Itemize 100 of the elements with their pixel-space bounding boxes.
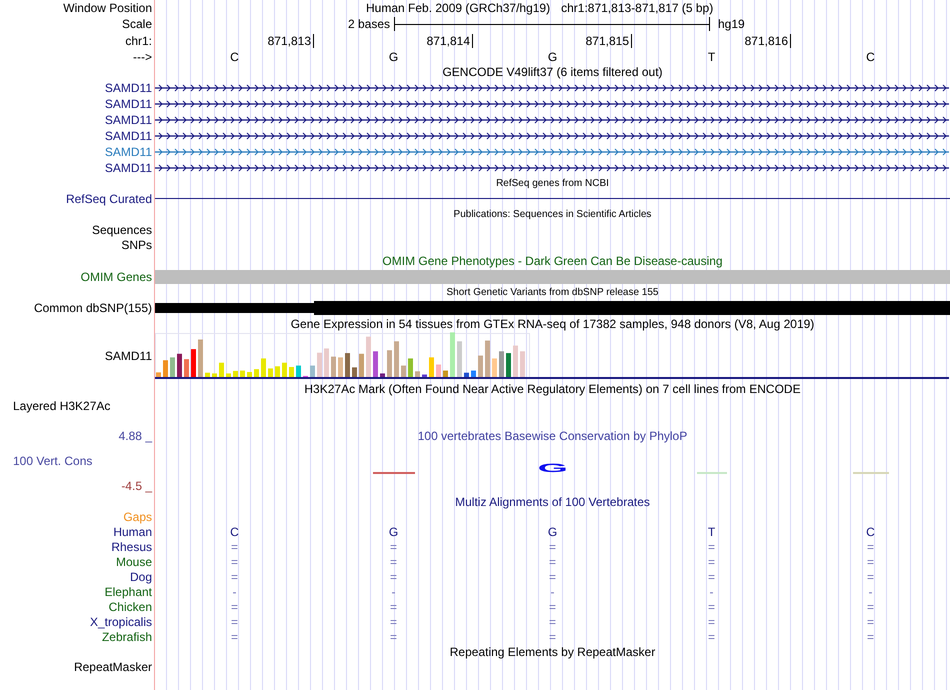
expression-bar [429,357,434,377]
expression-bar [443,370,448,377]
track-title: H3K27Ac Mark (Often Found Near Active Regulatory Elements) on 7 cell lines from ENCODE [303,382,802,396]
aligned-base: G [548,524,558,538]
coordinate-tick: 871,814 [426,34,473,48]
track-label[interactable]: RepeatMasker [74,660,152,674]
coordinate-tick: 871,813 [268,34,314,48]
track-label[interactable]: Common dbSNP(155) [34,300,152,314]
gene-label[interactable]: SAMD11 [104,97,152,111]
expression-bar [156,372,161,377]
expression-bar [254,369,259,377]
aligned-base: = [390,600,397,614]
expression-bar [324,348,329,377]
aligned-base: = [230,630,238,644]
expression-bar [247,372,252,377]
track-label[interactable]: RefSeq Curated [66,192,152,206]
species-label[interactable]: Chicken [108,600,152,614]
base-letter: G [388,50,398,64]
score-line [696,472,726,474]
aligned-base: = [866,630,874,644]
expression-bar [520,351,525,377]
gene-label[interactable]: SAMD11 [104,145,152,159]
gene-label[interactable]: SAMD11 [104,161,152,175]
gene-label[interactable]: SAMD11 [104,129,152,143]
expression-bar [450,332,455,377]
row-label: chr1: [125,34,152,48]
aligned-base: = [708,630,715,644]
expression-bar [226,373,231,377]
track-label[interactable]: 100 Vert. Cons [13,454,92,468]
aligned-base: = [708,540,715,554]
species-label[interactable]: Dog [130,570,152,584]
coordinate-tick: 871,816 [744,34,791,48]
expression-bar [352,367,357,377]
aligned-base: = [866,540,874,554]
species-label[interactable]: Mouse [116,554,152,568]
expression-bar [422,374,427,377]
species-label[interactable]: Human [113,524,152,538]
track-title: Short Genetic Variants from dbSNP release 155 [446,286,660,298]
base-letter: C [866,50,875,64]
expression-bar [380,373,385,377]
expression-bar [366,336,371,377]
track-title: Multiz Alignments of 100 Vertebrates [454,494,651,508]
track-label[interactable]: Layered H3K27Ac [13,398,110,412]
expression-bar [415,371,420,377]
expression-bar [338,357,343,377]
aligned-base: - [232,584,236,598]
score-line [372,472,414,474]
axis-min: -4.5 _ [121,479,152,493]
expression-bar [219,362,224,377]
assembly-name: hg19 [717,17,745,31]
track-label[interactable]: Sequences [92,222,152,236]
aligned-base: = [230,554,238,568]
expression-bar [310,366,315,377]
expression-bar [436,364,441,377]
aligned-base: - [868,584,872,598]
expression-bar [275,366,280,377]
expression-bar [387,350,392,377]
row-label: ---> [133,50,152,64]
aligned-base: = [230,540,238,554]
aligned-base: = [390,554,397,568]
aligned-base: = [708,600,715,614]
aligned-base: = [548,540,556,554]
gene-label[interactable]: SAMD11 [104,349,152,363]
aligned-base: = [548,600,556,614]
track-title: 100 vertebrates Basewise Conservation by PhyloP [416,429,688,443]
species-label[interactable]: X_tropicalis [90,614,152,628]
expression-bar [289,367,294,377]
aligned-base: = [708,614,715,628]
expression-bar [471,370,476,377]
base-logo: G [537,463,568,475]
species-label[interactable]: Elephant [104,584,152,598]
track-label[interactable]: SNPs [121,238,152,252]
expression-bar [359,354,364,377]
track-title: OMIM Gene Phenotypes - Dark Green Can Be Disease-causing [381,254,724,268]
track-label[interactable]: OMIM Genes [80,270,152,284]
aligned-base: = [708,570,715,584]
gene-label[interactable]: SAMD11 [104,113,152,127]
expression-bar [457,341,462,377]
track-title: Gene Expression in 54 tissues from GTEx RNA-seq of 17382 samples, 948 donors (V8, Aug 2019) [290,316,816,330]
aligned-base: = [390,614,397,628]
track-title: Publications: Sequences in Scientific Articles [452,208,652,220]
aligned-base: = [548,570,556,584]
aligned-base: = [390,630,397,644]
gene-label[interactable]: SAMD11 [104,81,152,95]
aligned-base: = [866,570,874,584]
expression-bar [373,351,378,377]
aligned-base: G [388,524,398,538]
aligned-base: = [866,554,874,568]
base-letter: C [230,50,239,64]
aligned-base: = [708,554,715,568]
aligned-base: - [392,584,396,598]
expression-bar [394,341,399,377]
expression-bar [317,352,322,377]
species-label[interactable]: Zebrafish [102,630,152,644]
base-letter: T [708,50,716,64]
coordinate-tick: 871,815 [586,34,632,48]
expression-bar [345,353,350,377]
aligned-base: C [866,524,875,538]
aligned-base: = [548,554,556,568]
species-label[interactable]: Rhesus [111,540,152,554]
